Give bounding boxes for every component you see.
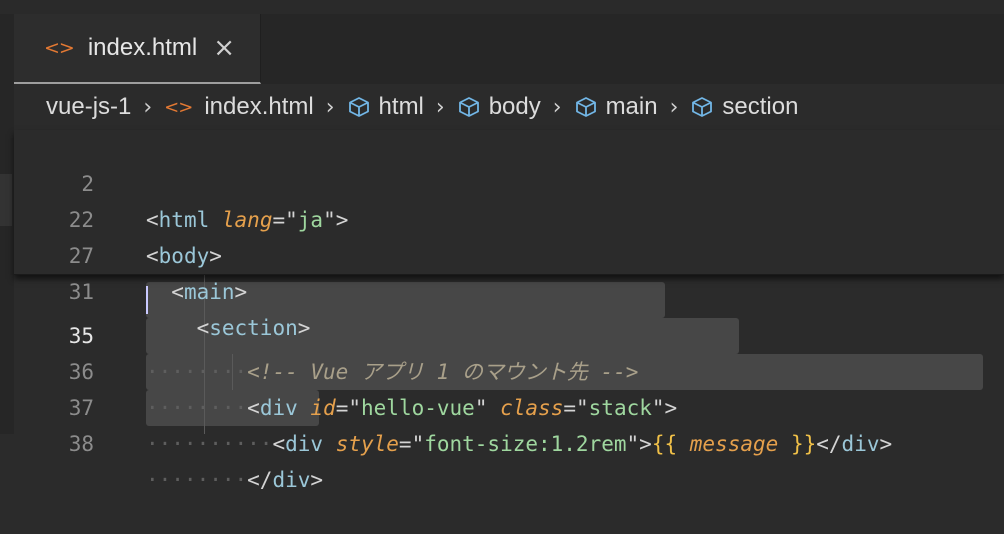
code-line[interactable]: 38 ········</div>: [14, 390, 1004, 492]
breadcrumb-label: html: [378, 93, 424, 120]
line-number: 38: [68, 432, 94, 456]
breadcrumb-item-body[interactable]: body: [457, 93, 541, 121]
chevron-right-icon: ›: [143, 94, 153, 120]
breadcrumb-item-file[interactable]: <> index.html: [164, 93, 314, 121]
close-icon[interactable]: ×: [213, 35, 235, 61]
code-icon: <>: [164, 96, 193, 118]
breadcrumb: vue-js-1 › <> index.html › html › body › …: [14, 84, 1004, 130]
template-variable: message: [689, 432, 779, 456]
tag-name: div: [272, 468, 311, 492]
breadcrumb-label: vue-js-1: [46, 93, 132, 120]
breadcrumb-item-folder[interactable]: vue-js-1: [46, 93, 131, 121]
code-line[interactable]: 37 ··········<div style="font-size:1.2re…: [14, 354, 1004, 456]
chevron-right-icon: ›: [669, 94, 679, 120]
tab-label: index.html: [87, 34, 198, 61]
tag-name: div: [841, 432, 880, 456]
code-file-icon: <>: [44, 37, 75, 59]
tab-bar: <> index.html ×: [14, 14, 1004, 84]
code-line[interactable]: 35 ········<!-- Vue アプリ 1 のマウント先 -->: [14, 282, 1004, 384]
chevron-right-icon: ›: [552, 94, 562, 120]
breadcrumb-label: body: [488, 93, 541, 120]
cube-icon: [348, 97, 369, 117]
breadcrumb-item-section[interactable]: section: [690, 93, 798, 121]
attribute-name: style: [335, 432, 399, 456]
sticky-line[interactable]: 27 <main>: [14, 202, 1004, 304]
sticky-line[interactable]: 22 <body>: [14, 166, 1004, 268]
title-bar: [0, 0, 1004, 15]
chevron-right-icon: ›: [435, 94, 445, 120]
code-editor[interactable]: 2 <html lang="ja"> 22 <body> 27 <main> 3…: [14, 130, 1004, 492]
tag-name: div: [285, 432, 324, 456]
cube-icon: [692, 97, 713, 117]
gutter-marker: [0, 174, 12, 226]
sticky-scroll-header: 2 <html lang="ja"> 22 <body> 27 <main> 3…: [14, 130, 1004, 340]
cube-icon: [575, 97, 596, 117]
text-cursor: [146, 286, 148, 314]
cube-icon: [458, 97, 479, 117]
breadcrumb-item-html[interactable]: html: [347, 93, 424, 121]
breadcrumb-label: main: [605, 93, 658, 120]
breadcrumb-label: index.html: [204, 93, 314, 120]
activity-gutter: [0, 14, 15, 434]
breadcrumb-label: section: [722, 93, 799, 120]
breadcrumb-item-main[interactable]: main: [574, 93, 658, 121]
tab-index-html[interactable]: <> index.html ×: [14, 14, 261, 84]
sticky-line[interactable]: 2 <html lang="ja">: [14, 130, 1004, 232]
attribute-value: font-size:1.2rem: [424, 432, 627, 456]
sticky-line[interactable]: 31 <section>: [14, 238, 1004, 340]
code-line[interactable]: 36 ········<div id="hello-vue" class="st…: [14, 318, 1004, 420]
chevron-right-icon: ›: [325, 94, 335, 120]
